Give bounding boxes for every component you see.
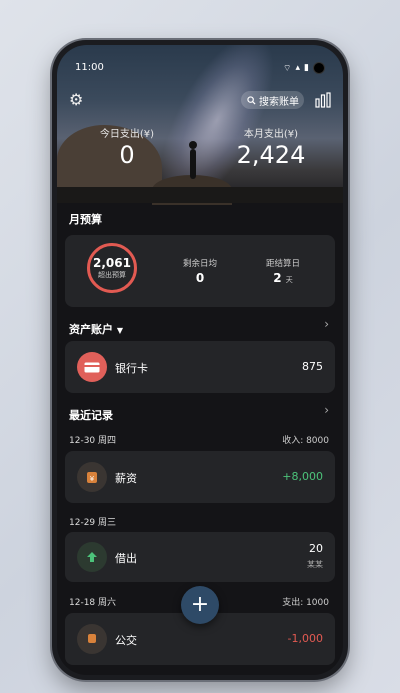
- app-screen: 11:00 ⌔ ▴ ▮ ⚙ 搜索账单 今日支出(¥) 0 本月支出(¥) 2,4…: [57, 45, 343, 675]
- recent-section-title: 最近记录: [69, 409, 113, 422]
- month-expense-value: 2,424: [236, 141, 306, 169]
- budget-section-title: 月预算: [69, 213, 102, 226]
- lend-up-arrow-icon: [77, 542, 107, 572]
- svg-text:¥: ¥: [90, 475, 95, 483]
- record-date: 12-30 周四: [69, 436, 117, 446]
- search-label: 搜索账单: [259, 96, 299, 108]
- wifi-icon: ⌔: [283, 63, 292, 74]
- recent-chevron-right-icon[interactable]: ›: [324, 403, 329, 417]
- salary-icon: ¥: [77, 462, 107, 492]
- budget-ring-label: 超出预算: [98, 271, 126, 279]
- settings-gear-icon[interactable]: ⚙: [69, 91, 87, 109]
- record-date: 12-18 周六: [69, 598, 117, 608]
- budget-ring: 2,061 超出预算: [87, 243, 137, 293]
- settle-day-number: 2: [273, 271, 282, 285]
- record-row-salary[interactable]: ¥ 薪资 +8,000: [65, 451, 335, 503]
- budget-ring-value: 2,061: [93, 256, 131, 270]
- daily-remaining-label: 剩余日均: [182, 259, 217, 269]
- bank-card-row[interactable]: 银行卡 875: [65, 341, 335, 393]
- settle-day-unit: 天: [285, 276, 293, 284]
- settle-day-label: 距结算日: [265, 259, 300, 269]
- bank-card-label: 银行卡: [115, 362, 148, 375]
- record-date: 12-29 周三: [69, 518, 117, 528]
- bank-card-icon: [77, 352, 107, 382]
- bank-card-balance: 875: [302, 360, 323, 373]
- record-label: 薪资: [115, 472, 137, 485]
- record-amount: +8,000: [282, 470, 323, 483]
- ground-image: [57, 187, 343, 203]
- today-expense-value: 0: [119, 141, 135, 169]
- dropdown-triangle-icon: ▼: [116, 326, 123, 335]
- month-expense-label: 本月支出(¥): [243, 129, 299, 140]
- budget-card[interactable]: 2,061 超出预算 剩余日均 0 距结算日 2 天: [65, 235, 335, 307]
- record-amount: -1,000: [287, 632, 323, 645]
- search-icon: [247, 95, 256, 105]
- bus-icon: [77, 624, 107, 654]
- front-camera-icon: [313, 62, 325, 74]
- battery-icon: ▮: [304, 63, 309, 73]
- record-day-summary: 支出: 1000: [282, 598, 329, 608]
- settle-day-value: 2 天: [253, 271, 313, 285]
- add-record-button[interactable]: +: [181, 586, 219, 624]
- assets-title-label: 资产账户: [69, 323, 113, 336]
- record-label: 公交: [115, 634, 137, 647]
- statistics-chart-icon[interactable]: [315, 92, 331, 108]
- signal-icon: ▴: [295, 63, 301, 73]
- status-time: 11:00: [75, 62, 104, 73]
- status-icons: ⌔ ▴ ▮: [283, 62, 325, 74]
- record-label: 借出: [115, 552, 137, 565]
- record-amount: 20: [309, 542, 323, 555]
- search-button[interactable]: 搜索账单: [241, 91, 304, 109]
- daily-remaining-value: 0: [195, 271, 205, 285]
- record-row-lend[interactable]: 借出 20 某某: [65, 532, 335, 582]
- record-counterparty: 某某: [307, 560, 323, 569]
- assets-section-title[interactable]: 资产账户 ▼: [69, 321, 123, 337]
- record-day-summary: 收入: 8000: [282, 436, 329, 446]
- assets-chevron-right-icon[interactable]: ›: [324, 317, 329, 331]
- person-silhouette-image: [189, 141, 197, 179]
- today-expense-label: 今日支出(¥): [99, 129, 155, 140]
